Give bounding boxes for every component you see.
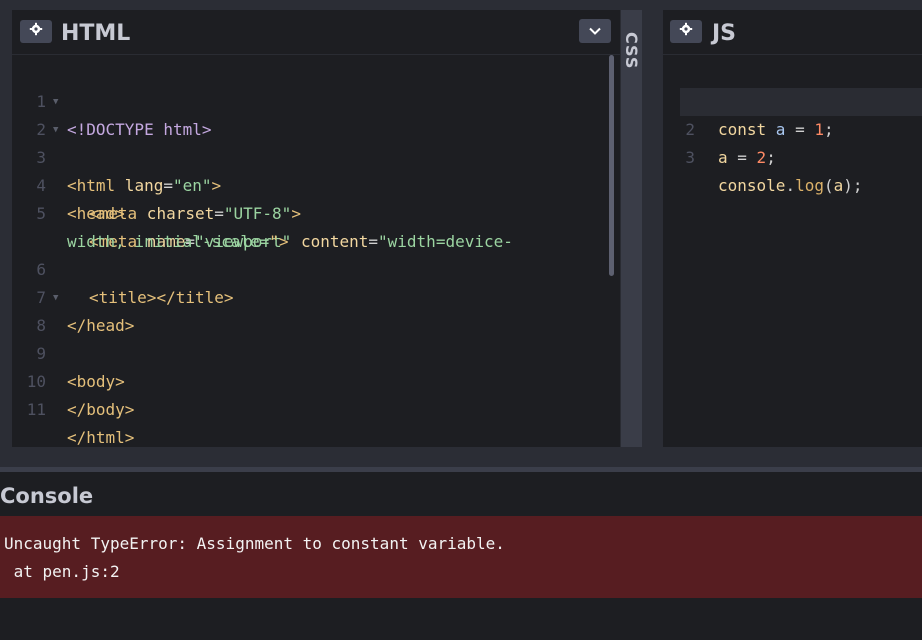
left-gutter <box>0 10 12 447</box>
js-panel-header: JS <box>663 10 922 55</box>
gear-icon <box>679 22 693 41</box>
html-settings-button[interactable] <box>20 20 52 43</box>
gear-icon <box>29 22 43 41</box>
html-collapse-button[interactable] <box>579 19 611 43</box>
punc: ; <box>766 148 776 167</box>
punc: ); <box>843 176 863 195</box>
active-code-line: 2 a = 2; <box>680 88 922 167</box>
code-line: 1 const a = 1; <box>663 60 922 139</box>
html-panel-header: HTML <box>12 10 620 55</box>
html-code-area[interactable]: 1 <!DOCTYPE html> 2 ▼ <html lang="en"> 3… <box>12 60 612 447</box>
code-line: 11 </html> <box>12 368 612 447</box>
variable: a <box>833 176 844 195</box>
code-line: 2 ▼ <html lang="en"> <box>12 88 612 195</box>
line-number: 3 <box>685 148 695 167</box>
code-line: 1 <!DOCTYPE html> <box>12 60 612 139</box>
punc: ( <box>823 176 834 195</box>
panel-divider[interactable] <box>642 10 663 447</box>
error-text: Uncaught TypeError: Assignment to consta… <box>4 534 505 553</box>
css-panel-title: CSS <box>622 32 641 70</box>
js-editor-panel: JS 1 const a = 1; 2 a = 2; 3 console.log… <box>663 10 922 447</box>
code-line: 4 <meta charset="UTF-8"> <box>12 144 612 223</box>
code-line: 3 console.log(a); <box>663 116 922 195</box>
js-panel-title: JS <box>712 21 737 46</box>
operator: = <box>727 148 757 167</box>
js-settings-button[interactable] <box>670 20 702 43</box>
line-number: 11 <box>26 400 46 419</box>
html-panel-title: HTML <box>61 21 131 46</box>
object: console <box>718 176 786 195</box>
console-title: Console <box>0 484 94 508</box>
fold-arrow-icon[interactable]: ▼ <box>53 116 58 144</box>
code-line: 8 ▼ <body> <box>12 284 612 391</box>
code-line: 6 <title></title> <box>12 228 612 307</box>
top-strip <box>0 0 922 10</box>
function: log <box>795 176 824 195</box>
html-scrollbar-thumb[interactable] <box>609 55 614 276</box>
code-line: 3 ▼ <head> <box>12 116 612 223</box>
code-line: 7 </head> <box>12 256 612 335</box>
number: 2 <box>756 148 767 167</box>
html-editor-panel: HTML 1 <!DOCTYPE html> 2 ▼ <html lang="e… <box>12 10 620 447</box>
punc: . <box>785 176 796 195</box>
fold-arrow-icon[interactable]: ▼ <box>53 88 58 116</box>
tag: </html> <box>67 428 135 447</box>
js-code-area[interactable]: 1 const a = 1; 2 a = 2; 3 console.log(a)… <box>663 60 922 195</box>
error-location: at pen.js:2 <box>4 562 120 581</box>
chevron-down-icon <box>589 22 601 40</box>
code-line-wrapped: width, initial-scale="> <box>12 200 612 251</box>
console-header: Console <box>0 472 922 516</box>
tag: </body> <box>67 400 135 419</box>
console-error-message: Uncaught TypeError: Assignment to consta… <box>0 516 922 598</box>
console-resizer[interactable] <box>0 447 922 467</box>
console-body <box>0 598 922 640</box>
code-line: 5 <meta name="viewport" content="width=d… <box>12 172 612 251</box>
fold-arrow-icon[interactable]: ▼ <box>53 284 58 312</box>
css-panel-collapsed[interactable]: CSS <box>620 10 642 447</box>
code-line: 9 <box>12 312 612 363</box>
code-line: 10 </body> <box>12 340 612 419</box>
